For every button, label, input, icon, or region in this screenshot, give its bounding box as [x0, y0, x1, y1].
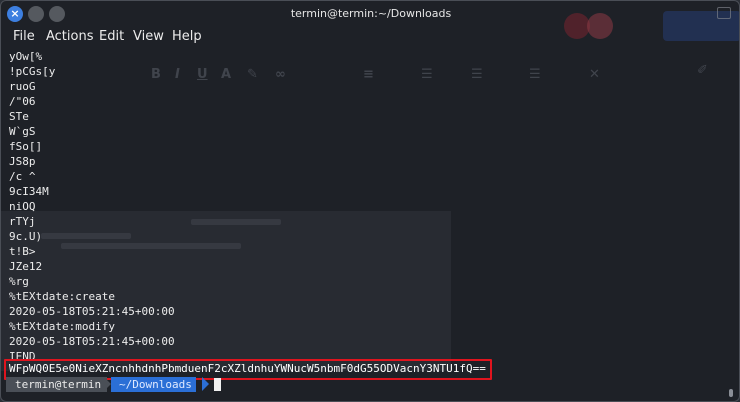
highlight-icon: ✎: [247, 67, 258, 82]
output-line: 9c.U): [9, 230, 43, 243]
underline-icon: U: [197, 67, 208, 82]
clear-format-icon: ✕: [589, 67, 600, 82]
menu-view[interactable]: View: [133, 29, 164, 44]
output-line: W`gS: [9, 125, 36, 138]
output-line: /c ^: [9, 170, 36, 183]
italic-icon: I: [175, 67, 180, 82]
output-line: /"06: [9, 95, 36, 108]
output-line: JS8p: [9, 155, 36, 168]
title-bar: × termin@termin:~/Downloads: [1, 1, 739, 27]
link-icon: ∞: [275, 67, 286, 82]
terminal-window: B I U A ✎ ∞ ≡ ☰ ☰ ☰ ✕ ✐ × termin@termin:…: [0, 0, 740, 402]
list-icon: ☰: [421, 67, 433, 82]
output-line: 2020-05-18T05:21:45+00:00: [9, 305, 175, 318]
output-line: %tEXtdate:modify: [9, 320, 115, 333]
output-line: niOQ: [9, 200, 36, 213]
output-line: STe: [9, 110, 29, 123]
numbered-list-icon: ☰: [471, 67, 483, 82]
menu-bar: File Actions Edit View Help: [1, 27, 739, 47]
menu-edit[interactable]: Edit: [99, 29, 124, 44]
scrollbar[interactable]: [729, 49, 735, 397]
output-line: yOw[%: [9, 50, 43, 63]
pencil-icon: ✐: [697, 63, 708, 78]
output-line: 2020-05-18T05:21:45+00:00: [9, 335, 175, 348]
output-line: JZe12: [9, 260, 43, 273]
scrollbar-thumb[interactable]: [729, 389, 733, 397]
indent-icon: ☰: [529, 67, 541, 82]
prompt-user-host: termin@termin: [6, 377, 108, 392]
output-line: rTYj: [9, 215, 36, 228]
prompt-separator-icon: [202, 377, 209, 391]
menu-actions[interactable]: Actions: [46, 29, 94, 44]
output-line: t!B>: [9, 245, 36, 258]
font-color-icon: A: [221, 67, 232, 82]
menu-file[interactable]: File: [13, 29, 35, 44]
output-line: %tEXtdate:create: [9, 290, 115, 303]
output-line: fSo[]: [9, 140, 43, 153]
highlighted-base64-line: WFpWQ0E5e0NieXZncnhhdnhPbmduenF2cXZldnhu…: [9, 362, 486, 375]
bold-icon: B: [151, 67, 161, 82]
prompt-directory: ~/Downloads: [111, 377, 196, 392]
shell-prompt[interactable]: termin@termin ~/Downloads: [1, 377, 739, 393]
menu-help[interactable]: Help: [172, 29, 202, 44]
prompt-separator-icon: [104, 377, 111, 391]
align-icon: ≡: [363, 67, 374, 82]
output-line: %rg: [9, 275, 29, 288]
output-line: !pCGs[y: [9, 65, 56, 78]
text-cursor: [214, 378, 221, 391]
output-line: 9cI34M: [9, 185, 49, 198]
output-line: ruoG: [9, 80, 36, 93]
window-title: termin@termin:~/Downloads: [290, 7, 452, 20]
